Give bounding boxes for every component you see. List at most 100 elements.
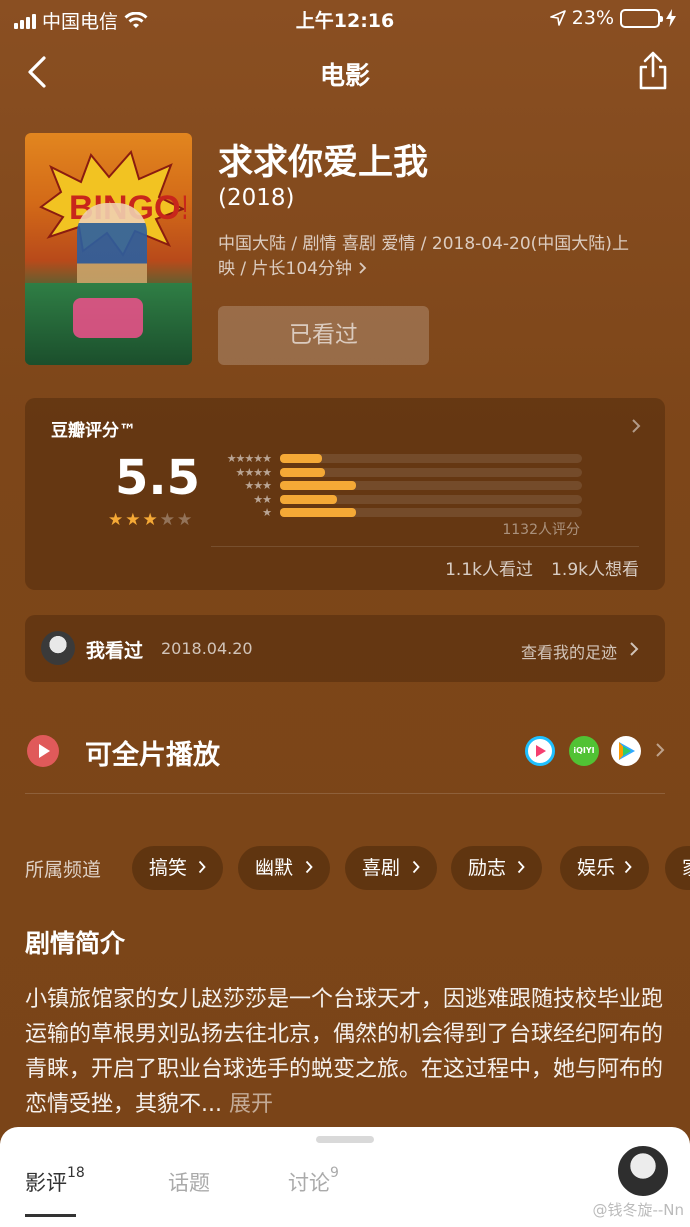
- movie-year: (2018): [218, 185, 295, 211]
- channel-chip-label: 娱乐: [577, 857, 616, 879]
- sheet-handle[interactable]: [316, 1136, 374, 1143]
- channel-chip-label: 喜剧: [362, 857, 401, 879]
- charging-icon: [666, 9, 676, 27]
- channel-chip[interactable]: 搞笑: [132, 846, 223, 890]
- tencent-play-icon: [619, 742, 635, 760]
- poster-pink-title: [73, 298, 143, 338]
- watched-status-button[interactable]: 已看过: [218, 306, 429, 365]
- channel-chip[interactable]: 喜剧: [345, 846, 437, 890]
- rating-bar-track: [280, 481, 582, 491]
- chevron-right-icon: [656, 743, 665, 757]
- tab-topics[interactable]: 话题: [168, 1167, 210, 1197]
- channel-chip-label: 搞笑: [149, 857, 188, 879]
- chevron-right-icon: [624, 860, 632, 874]
- rating-bar: [280, 467, 326, 477]
- synopsis-text: 小镇旅馆家的女儿赵莎莎是一个台球天才，因逃难跟随技校毕业跑运输的草根男刘弘扬去往…: [25, 982, 670, 1122]
- divider: [211, 546, 639, 547]
- bottom-sheet[interactable]: 影评18 话题 讨论9: [0, 1127, 690, 1227]
- my-trace-link[interactable]: 查看我的足迹: [521, 639, 617, 663]
- movie-title: 求求你爱上我: [218, 143, 429, 183]
- rating-distribution-row: ★★★: [211, 479, 582, 493]
- chevron-right-icon: [412, 860, 420, 874]
- channel-chip-label: 幽默: [255, 857, 294, 879]
- chevron-right-icon: [198, 860, 206, 874]
- rating-bar-track: [280, 508, 582, 518]
- rating-score: 5.5: [115, 450, 201, 506]
- share-icon[interactable]: [636, 50, 670, 92]
- star-level-icon: ★: [262, 506, 272, 520]
- rating-distribution: ★★★★★ ★★★★ ★★★ ★★ ★: [211, 452, 582, 520]
- rating-distribution-row: ★: [211, 506, 582, 520]
- tab-discussions[interactable]: 讨论9: [288, 1165, 339, 1197]
- platform-tencent-icon[interactable]: [611, 736, 641, 766]
- star-level-icon: ★★★★★: [226, 452, 272, 466]
- tab-reviews[interactable]: 影评18: [25, 1165, 85, 1197]
- rating-label: 豆瓣评分™: [51, 421, 136, 441]
- rating-distribution-row: ★★: [211, 493, 582, 507]
- status-bar: 中国电信 上午12:16 23%: [0, 0, 690, 36]
- channel-chip[interactable]: 幽默: [238, 846, 330, 890]
- rating-distribution-row: ★★★★★: [211, 452, 582, 466]
- star-empty-icon: ★: [177, 510, 193, 530]
- rating-stars: ★ ★ ★ ★ ★: [108, 510, 192, 530]
- chevron-right-icon: [630, 642, 639, 656]
- nav-bar: 电影: [0, 44, 690, 100]
- battery-icon: [620, 8, 663, 28]
- status-right: 23%: [549, 7, 676, 29]
- synopsis-body: 小镇旅馆家的女儿赵莎莎是一个台球天才，因逃难跟随技校毕业跑运输的草根男刘弘扬去往…: [25, 987, 664, 1117]
- channel-chip[interactable]: 家: [665, 846, 690, 890]
- chevron-right-icon: [359, 262, 367, 274]
- movie-meta-line1: 中国大陆 / 剧情 喜剧 爱情 / 2018-04-20(中国大陆)上: [218, 234, 629, 254]
- rating-bar: [280, 508, 356, 518]
- chevron-right-icon: [305, 860, 313, 874]
- movie-poster[interactable]: BINGO!: [25, 133, 192, 365]
- star-level-icon: ★★: [253, 492, 272, 506]
- synopsis-title: 剧情简介: [25, 929, 126, 958]
- star-level-icon: ★★★: [244, 479, 272, 493]
- movie-meta-line2: 映 / 片长104分钟: [218, 259, 352, 279]
- seen-count[interactable]: 1.1k人看过: [445, 555, 533, 580]
- tab-label: 影评: [25, 1171, 67, 1195]
- location-icon: [549, 10, 566, 26]
- channel-chip-label: 励志: [468, 857, 507, 879]
- my-mark-date: 2018.04.20: [161, 639, 253, 658]
- watermark: @钱冬旋--Nn: [592, 1201, 684, 1219]
- rating-card[interactable]: 豆瓣评分™ 5.5 ★ ★ ★ ★ ★ ★★★★★ ★★★★ ★★★ ★★ ★ 1132人评分 …: [25, 398, 665, 590]
- channels-row: 所属频道 搞笑 幽默 喜剧 励志 娱乐 家: [25, 846, 690, 890]
- rating-bar-track: [280, 467, 582, 477]
- channels-label: 所属频道: [25, 859, 102, 881]
- chevron-right-icon: [517, 860, 525, 874]
- my-mark-card[interactable]: 我看过 2018.04.20 查看我的足迹: [25, 615, 665, 682]
- star-empty-icon: ★: [159, 510, 175, 530]
- play-icon: [27, 735, 59, 767]
- tab-count: 9: [330, 1165, 339, 1181]
- rating-bar-track: [280, 494, 582, 504]
- want-count[interactable]: 1.9k人想看: [551, 555, 639, 580]
- platform-iqiyi-icon[interactable]: iQIYI: [569, 736, 599, 766]
- chevron-right-icon: [632, 419, 641, 433]
- star-level-icon: ★★★★: [235, 465, 272, 479]
- floating-avatar-button[interactable]: [616, 1144, 670, 1198]
- tab-count: 18: [67, 1165, 85, 1181]
- battery-percent: 23%: [571, 7, 614, 29]
- star-filled-icon: ★: [108, 510, 124, 530]
- my-mark-label: 我看过: [86, 640, 144, 662]
- channel-chip[interactable]: 励志: [451, 846, 542, 890]
- star-filled-icon: ★: [142, 510, 158, 530]
- rating-distribution-row: ★★★★: [211, 466, 582, 480]
- star-filled-icon: ★: [125, 510, 141, 530]
- expand-link[interactable]: 展开: [222, 1092, 273, 1117]
- active-tab-indicator: [25, 1214, 76, 1217]
- tab-label: 讨论: [288, 1171, 330, 1195]
- platform-youku-icon[interactable]: [525, 736, 555, 766]
- movie-meta[interactable]: 中国大陆 / 剧情 喜剧 爱情 / 2018-04-20(中国大陆)上 映 / …: [218, 232, 668, 282]
- rating-bar: [280, 454, 323, 464]
- channel-chip[interactable]: 娱乐: [560, 846, 649, 890]
- page-title: 电影: [319, 61, 370, 90]
- play-row[interactable]: 可全片播放 iQIYI: [25, 720, 665, 794]
- rating-bar: [280, 481, 356, 491]
- play-triangle-icon: [536, 745, 546, 757]
- play-label: 可全片播放: [85, 740, 220, 771]
- channel-chip-label: 家: [682, 857, 690, 879]
- rating-count: 1132人评分: [502, 522, 580, 538]
